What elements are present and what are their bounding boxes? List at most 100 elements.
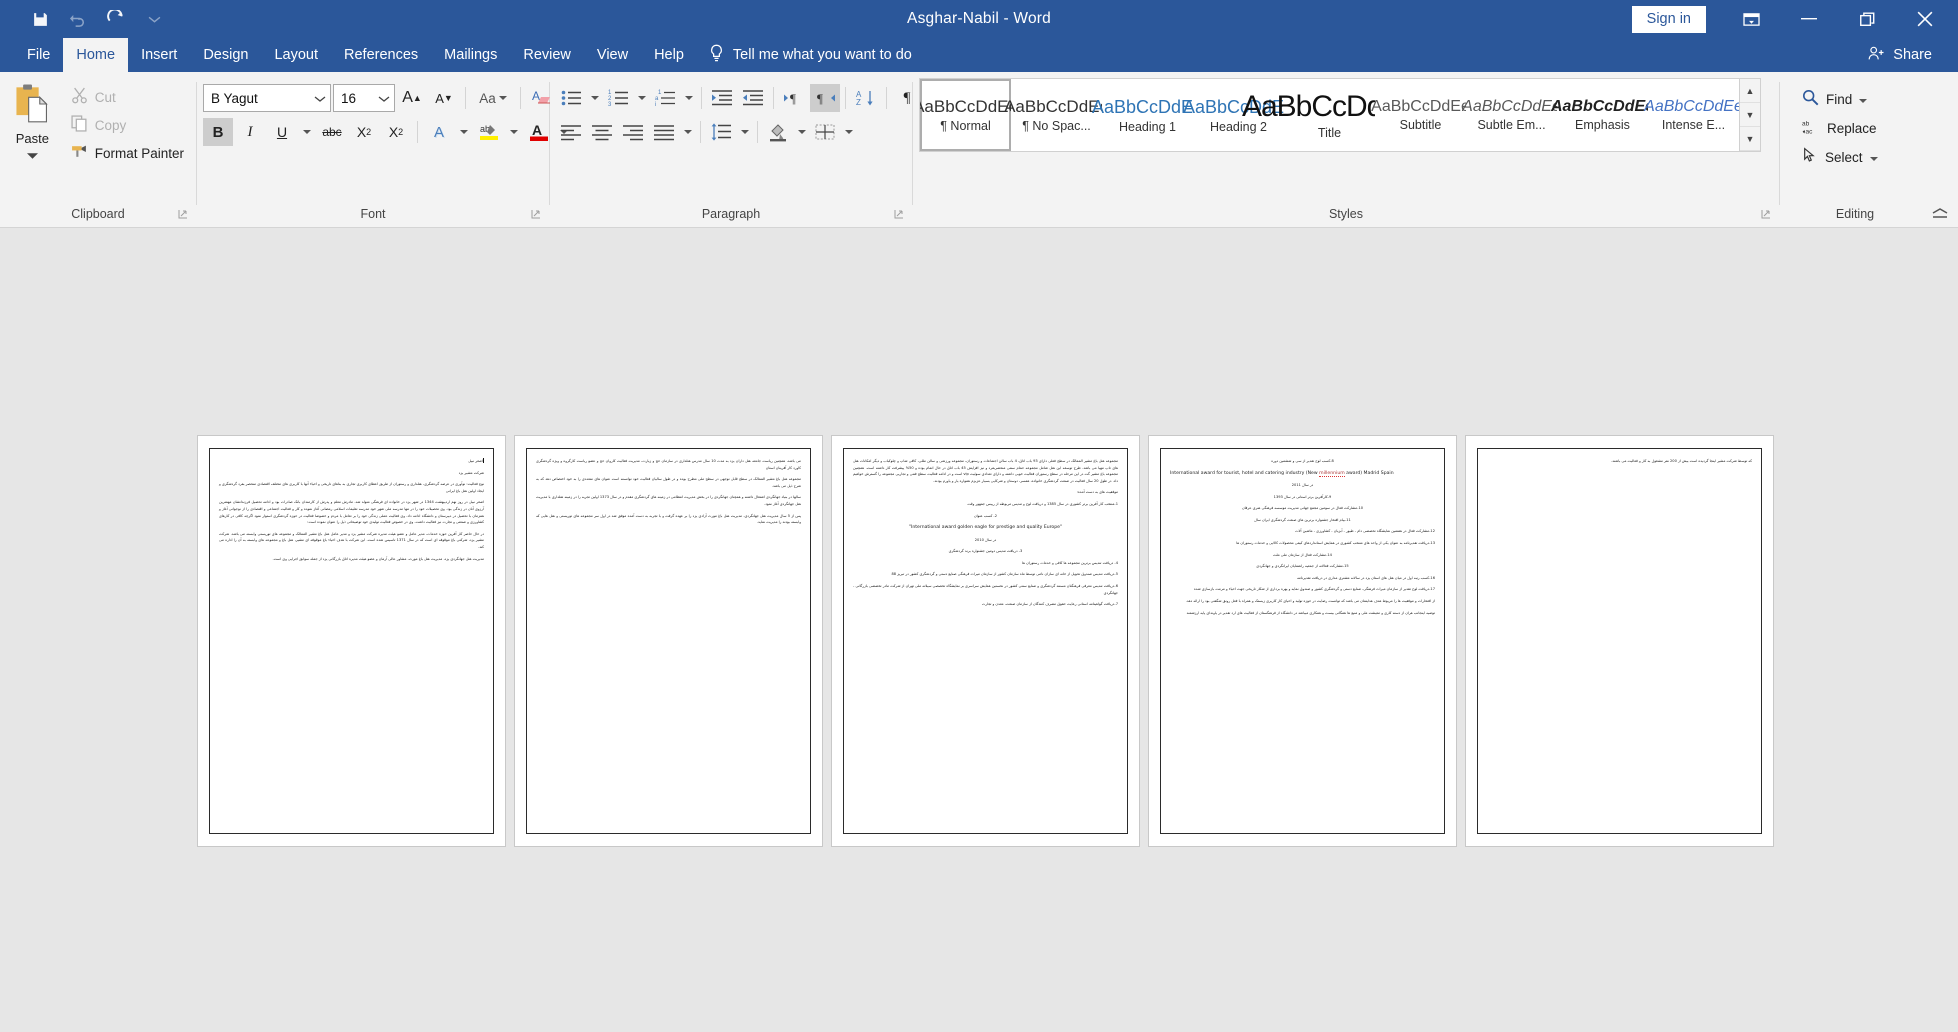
align-right-button[interactable] [618, 118, 648, 146]
document-page-3[interactable]: مجموعه هتل باغ مشیر الممالک در سطح فعلی … [832, 436, 1139, 846]
format-painter-label: Format Painter [94, 145, 184, 161]
cut-button[interactable]: Cut [65, 84, 190, 110]
para-text: می باشد، همچنین ریاست جامعه هتل داران یز… [536, 459, 801, 470]
style-subtle-emphasis[interactable]: AaBbCcDdEe Subtle Em... [1462, 79, 1561, 151]
bullets-dropdown-arrow-icon[interactable] [587, 84, 602, 112]
style-title[interactable]: AaBbCcDdEe Title [1242, 79, 1417, 151]
multilevel-list-button[interactable]: 1ai [650, 84, 680, 112]
strikethrough-button[interactable]: abc [317, 118, 347, 146]
underline-button[interactable]: U [267, 118, 297, 146]
minimize-icon[interactable] [1780, 0, 1838, 38]
borders-button[interactable] [810, 118, 840, 146]
line-spacing-dropdown-arrow-icon[interactable] [737, 118, 752, 146]
align-left-button[interactable] [556, 118, 586, 146]
style-intense-emphasis[interactable]: AaBbCcDdEe Intense E... [1644, 79, 1739, 151]
numbering-dropdown-arrow-icon[interactable] [634, 84, 649, 112]
style-emphasis[interactable]: AaBbCcDdEe Emphasis [1551, 79, 1654, 151]
select-button[interactable]: Select [1796, 144, 1884, 170]
svg-text:Z: Z [856, 98, 861, 107]
document-page-4[interactable]: 8-کسب لوح تقدیر از سی و ششمین دوره Inter… [1149, 436, 1456, 846]
collapse-ribbon-icon[interactable] [1932, 207, 1948, 221]
shading-button[interactable] [763, 118, 793, 146]
document-page-5[interactable]: که توسط شرکت مشیر اینجا گردیده است بیش ا… [1466, 436, 1773, 846]
paste-button[interactable]: Paste [6, 80, 59, 164]
underline-dropdown-arrow-icon[interactable] [299, 118, 315, 146]
rtl-text-direction-button[interactable]: ¶ [810, 84, 840, 112]
para-text: 16-کسب رتبه اول در میان هتل های استان یز… [1297, 575, 1435, 580]
para-text: 8-کسب لوح تقدیر از سی و ششمین دوره [1271, 459, 1334, 463]
format-painter-button[interactable]: Format Painter [65, 140, 190, 166]
undo-icon[interactable] [60, 4, 96, 34]
ltr-text-direction-button[interactable]: ¶ [779, 84, 809, 112]
share-button[interactable]: Share [1860, 38, 1940, 72]
borders-dropdown-arrow-icon[interactable] [841, 118, 856, 146]
line-spacing-button[interactable] [706, 118, 736, 146]
tab-insert[interactable]: Insert [128, 38, 190, 72]
close-icon[interactable] [1896, 0, 1954, 38]
shading-dropdown-arrow-icon[interactable] [794, 118, 809, 146]
increase-indent-button[interactable] [738, 84, 768, 112]
text-effects-button[interactable]: A [424, 118, 454, 146]
style-heading-1[interactable]: AaBbCcDdEe Heading 1 [1092, 79, 1203, 151]
subscript-button[interactable]: X2 [349, 118, 379, 146]
restore-icon[interactable] [1838, 0, 1896, 38]
copy-button[interactable]: Copy [65, 112, 190, 138]
tab-mailings[interactable]: Mailings [431, 38, 510, 72]
tab-view[interactable]: View [584, 38, 641, 72]
quick-access-toolbar [0, 4, 172, 34]
justify-button[interactable] [649, 118, 679, 146]
font-size-combo[interactable]: 16 [333, 84, 395, 112]
document-page-1[interactable]: اصغر نبیل شرکت مشیر یزد نوع فعالیت: نوآو… [198, 436, 505, 846]
document-canvas[interactable]: اصغر نبیل شرکت مشیر یزد نوع فعالیت: نوآو… [0, 228, 1958, 1032]
tab-home[interactable]: Home [63, 38, 129, 72]
find-dropdown-arrow-icon[interactable] [1859, 92, 1868, 107]
font-name-combo[interactable]: B Yagut [203, 84, 331, 112]
decrease-indent-button[interactable] [707, 84, 737, 112]
find-button[interactable]: Find [1796, 86, 1884, 112]
styles-dialog-launcher[interactable] [1761, 208, 1773, 220]
grow-font-button[interactable]: A ▲ [397, 84, 427, 112]
para-text: در حال حاضر کار آفرین حوزه خدمات، مدیر ع… [219, 531, 484, 549]
style-subtitle[interactable]: AaBbCcDdEe Subtitle [1371, 79, 1470, 151]
justify-dropdown-arrow-icon[interactable] [680, 118, 695, 146]
tell-me-search[interactable]: Tell me what you want to do [697, 38, 912, 72]
save-icon[interactable] [22, 4, 58, 34]
shrink-font-button[interactable]: A ▼ [429, 84, 459, 112]
replace-button[interactable]: ab ac Replace [1796, 115, 1884, 141]
tab-file[interactable]: File [14, 38, 63, 72]
styles-scroll-down-icon[interactable]: ▼ [1740, 103, 1760, 127]
styles-scroll-up-icon[interactable]: ▲ [1740, 79, 1760, 103]
sign-in-button[interactable]: Sign in [1631, 5, 1706, 33]
document-page-2[interactable]: می باشد، همچنین ریاست جامعه هتل داران یز… [515, 436, 822, 846]
ribbon-display-options-icon[interactable] [1722, 0, 1780, 38]
bold-button[interactable]: B [203, 118, 233, 146]
text-highlight-color-button[interactable]: ab [474, 118, 504, 146]
bullets-button[interactable] [556, 84, 586, 112]
clipboard-dialog-launcher[interactable] [178, 208, 190, 220]
highlight-dropdown-arrow-icon[interactable] [506, 118, 522, 146]
paragraph-dialog-launcher[interactable] [894, 208, 906, 220]
align-center-button[interactable] [587, 118, 617, 146]
change-case-button[interactable]: Aa [472, 84, 514, 112]
numbering-button[interactable]: 123 [603, 84, 633, 112]
select-dropdown-arrow-icon[interactable] [1869, 150, 1878, 165]
superscript-button[interactable]: X2 [381, 118, 411, 146]
sort-button[interactable]: AZ [851, 84, 881, 112]
tab-review[interactable]: Review [510, 38, 584, 72]
para-text: موفقیت های به دست آمده: [1076, 490, 1118, 495]
tab-help[interactable]: Help [641, 38, 697, 72]
style-no-spacing[interactable]: AaBbCcDdEe ¶ No Spac... [1004, 79, 1109, 151]
styles-more-icon[interactable]: ▼ [1740, 127, 1760, 151]
multilevel-dropdown-arrow-icon[interactable] [681, 84, 696, 112]
tab-design[interactable]: Design [190, 38, 261, 72]
text-effects-dropdown-arrow-icon[interactable] [456, 118, 472, 146]
paste-dropdown-arrow-icon[interactable] [26, 146, 38, 164]
font-dialog-launcher[interactable] [531, 208, 543, 220]
paste-icon [13, 84, 51, 129]
redo-icon[interactable] [98, 4, 134, 34]
tab-layout[interactable]: Layout [261, 38, 331, 72]
style-normal[interactable]: AaBbCcDdEe ¶ Normal [920, 79, 1018, 151]
italic-button[interactable]: I [235, 118, 265, 146]
tab-references[interactable]: References [331, 38, 431, 72]
customize-qat-icon[interactable] [136, 4, 172, 34]
